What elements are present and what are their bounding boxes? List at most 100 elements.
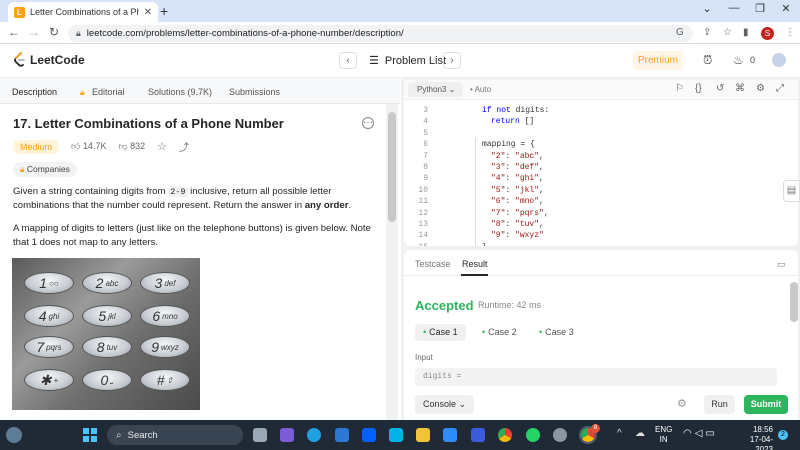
tab-description[interactable]: Description	[12, 87, 57, 97]
submit-button[interactable]: Submit	[744, 395, 788, 414]
input-label: Input	[415, 353, 433, 362]
system-clock[interactable]: 18:56 17-04-2023	[733, 425, 773, 450]
user-avatar[interactable]	[772, 53, 786, 67]
list-icon: ☰	[369, 55, 379, 67]
mail-icon[interactable]	[335, 428, 349, 442]
fire-streak-icon[interactable]: ♨	[733, 53, 744, 67]
key-digit: #	[156, 372, 165, 388]
weather-widget-icon[interactable]	[6, 427, 22, 443]
profile-avatar[interactable]: S	[761, 27, 774, 40]
dislike-button[interactable]: 👎︎ 832	[118, 141, 145, 152]
code-text: "7": "pqrs",	[473, 208, 549, 219]
problem-title[interactable]: 17. Letter Combinations of a Phone Numbe…	[13, 116, 284, 131]
like-button[interactable]: 👍︎ 14.7K	[71, 141, 106, 152]
back-arrow-icon[interactable]: ←	[6, 25, 22, 39]
bookmark-star-icon[interactable]: ☆	[723, 27, 732, 38]
shortcut-icon[interactable]: ⌘	[735, 83, 745, 94]
google-icon[interactable]: G	[676, 27, 684, 38]
fullscreen-icon[interactable]: ⤢	[776, 83, 784, 94]
line-number: 6	[423, 140, 428, 150]
tab-submissions[interactable]: Submissions	[229, 87, 280, 97]
keypad-key: 3 def	[140, 272, 190, 294]
tab-editorial[interactable]: Editorial	[92, 87, 125, 97]
chrome-icon[interactable]	[498, 428, 512, 442]
result-scrollbar[interactable]	[790, 282, 798, 322]
onedrive-cloud-icon[interactable]: ☁	[635, 428, 645, 439]
file-explorer-icon[interactable]	[416, 428, 430, 442]
mapping-note: A mapping of digits to letters (just lik…	[13, 223, 371, 248]
case-tab-3[interactable]: • Case 3	[531, 324, 582, 341]
reload-icon[interactable]: ↻	[46, 25, 62, 39]
language-select[interactable]: Python3 ⌄	[408, 82, 463, 97]
close-tab-icon[interactable]: ✕	[144, 7, 152, 18]
console-button[interactable]: Console ⌄	[415, 395, 474, 414]
maximize-button[interactable]: ❐	[748, 2, 772, 15]
key-digit: 9	[151, 339, 159, 355]
left-scrollbar[interactable]	[388, 112, 396, 222]
zoom-icon[interactable]	[443, 428, 457, 442]
reset-icon[interactable]: ↺	[716, 83, 724, 94]
collapse-panel-icon[interactable]: ▭	[777, 259, 786, 270]
code-token: "mno"	[515, 197, 540, 207]
favorite-star-icon[interactable]: ☆	[157, 140, 167, 153]
close-window-button[interactable]: ✕	[774, 2, 798, 15]
new-tab-button[interactable]: +	[160, 3, 168, 19]
side-panel-icon[interactable]: ▮	[743, 27, 749, 38]
case-tab-1[interactable]: • Case 1	[415, 324, 466, 341]
key-letters: mno	[162, 311, 178, 321]
braces-icon[interactable]: {}	[695, 83, 702, 94]
phone-keypad-image: 1 ○○ 2 abc 3 def 4 ghi 5 jkl 6 mno 7 pqrs 8 tuv 9 wxyz ✱ +0…	[12, 258, 200, 410]
whatsapp-icon[interactable]	[526, 428, 540, 442]
taskbar-search[interactable]: ⌕ Search	[107, 425, 243, 445]
tab-solutions[interactable]: Solutions (9.7K)	[148, 87, 212, 97]
prev-problem-button[interactable]: ‹	[339, 52, 357, 69]
region-code: IN	[659, 435, 668, 444]
clock-time: 18:56	[752, 425, 773, 434]
share-link-icon[interactable]: ⤴	[179, 139, 189, 154]
more-options-icon[interactable]: ···	[362, 117, 374, 129]
url-bar[interactable]: 🔒︎ leetcode.com/problems/letter-combinat…	[68, 25, 693, 42]
case-tab-2[interactable]: • Case 2	[474, 324, 525, 341]
dropbox-icon[interactable]	[362, 428, 376, 442]
run-button[interactable]: Run	[704, 395, 735, 414]
line-number: 9	[423, 174, 428, 184]
next-problem-button[interactable]: ›	[443, 52, 461, 69]
alarm-clock-icon[interactable]: ⏰︎	[703, 53, 712, 68]
chrome-menu-icon[interactable]: ⋮	[785, 27, 795, 38]
minimize-button[interactable]: —	[722, 2, 746, 14]
app-grid-icon[interactable]	[471, 428, 485, 442]
tab-result[interactable]: Result	[462, 259, 488, 269]
edge-icon[interactable]	[307, 428, 321, 442]
settings-app-icon[interactable]	[553, 428, 567, 442]
notes-icon[interactable]: ▤	[783, 180, 800, 202]
tab-testcase[interactable]: Testcase	[415, 259, 451, 269]
tab-search-icon[interactable]: ⌄	[695, 2, 719, 15]
code-line: 4 return []	[404, 116, 794, 127]
nordvpn-icon[interactable]	[389, 428, 403, 442]
code-token: "3"	[491, 163, 506, 172]
auto-mode-select[interactable]: • Auto	[470, 82, 491, 97]
problem-list-button[interactable]: ☰ Problem List	[369, 54, 446, 68]
share-icon[interactable]: ⇪	[703, 27, 711, 38]
windows-start-icon[interactable]	[83, 428, 97, 442]
code-text: mapping = {	[473, 139, 535, 150]
bookmark-icon[interactable]: ⚐	[675, 83, 684, 94]
wifi-volume-battery-icons[interactable]: ◠◁▭	[683, 428, 718, 439]
forward-arrow-icon[interactable]: →	[26, 25, 42, 39]
browser-tab[interactable]: L Letter Combinations of a Phone N ✕	[8, 2, 158, 22]
leetcode-logo[interactable]: LeetCode	[13, 52, 85, 67]
tray-overflow-icon[interactable]: ^	[617, 428, 622, 439]
pass-dot-icon: •	[539, 327, 543, 337]
teams-icon[interactable]	[280, 428, 294, 442]
code-content[interactable]: 3 if not digits: 4 return [] 5 6 mapping = {7 "…	[404, 105, 794, 246]
task-view-icon[interactable]	[253, 428, 267, 442]
notification-badge[interactable]: 2	[778, 430, 788, 440]
settings-gear-icon[interactable]: ⚙	[756, 83, 765, 94]
debug-icon[interactable]: ⚙	[677, 397, 687, 410]
premium-button[interactable]: Premium	[633, 51, 683, 70]
lock-icon: 🔒︎	[76, 28, 81, 38]
language-indicator[interactable]: ENG IN	[655, 425, 672, 445]
companies-tag[interactable]: 🔒︎ Companies	[13, 162, 77, 177]
code-line: 12 "7": "pqrs",	[404, 208, 794, 219]
input-value-box: digits =	[415, 368, 777, 386]
